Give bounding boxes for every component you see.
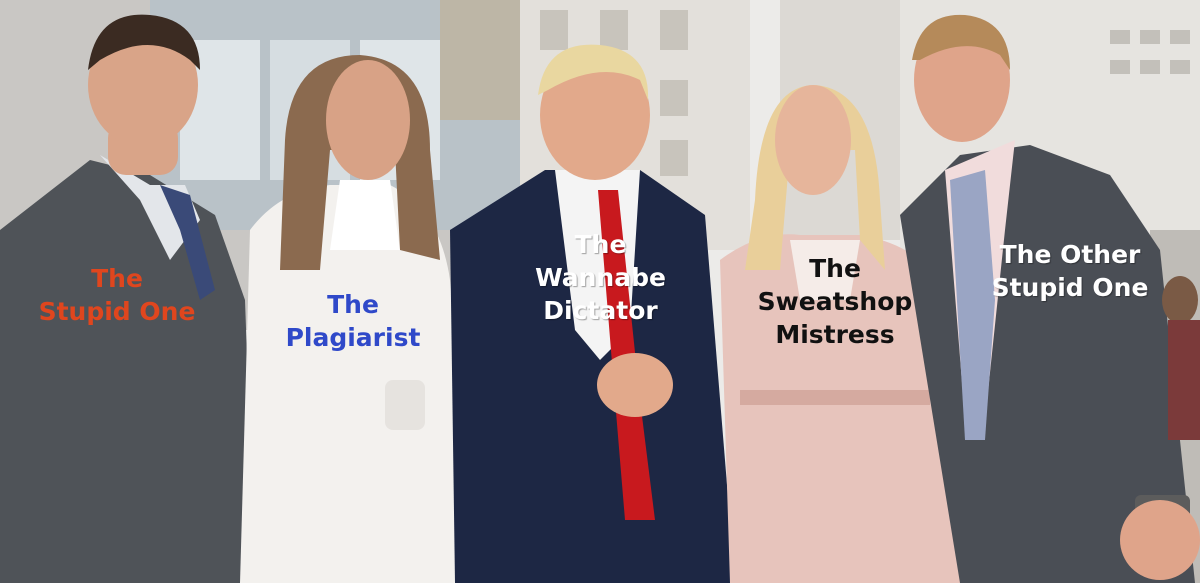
caption-3-line-2: Wannabe xyxy=(535,263,666,292)
caption-other-stupid-one: The Other Stupid One xyxy=(980,238,1160,304)
caption-4-line-3: Mistress xyxy=(775,320,895,349)
caption-plagiarist: The Plagiarist xyxy=(268,288,438,354)
caption-3-line-3: Dictator xyxy=(543,296,658,325)
caption-3-line-1: The xyxy=(574,230,627,259)
caption-1-line-2: Stupid One xyxy=(38,297,196,326)
caption-5-line-1: The Other xyxy=(999,240,1141,269)
caption-2-line-1: The xyxy=(327,290,379,319)
caption-2-line-2: Plagiarist xyxy=(285,323,421,352)
caption-5-line-2: Stupid One xyxy=(991,273,1149,302)
caption-4-line-1: The xyxy=(809,254,861,283)
caption-stupid-one: The Stupid One xyxy=(22,262,212,328)
caption-4-line-2: Sweatshop xyxy=(757,287,913,316)
caption-sweatshop-mistress: The Sweatshop Mistress xyxy=(740,252,930,351)
caption-1-line-1: The xyxy=(91,264,143,293)
caption-wannabe-dictator: The Wannabe Dictator xyxy=(518,228,683,327)
meme-image: The Stupid One The Plagiarist The Wannab… xyxy=(0,0,1200,583)
